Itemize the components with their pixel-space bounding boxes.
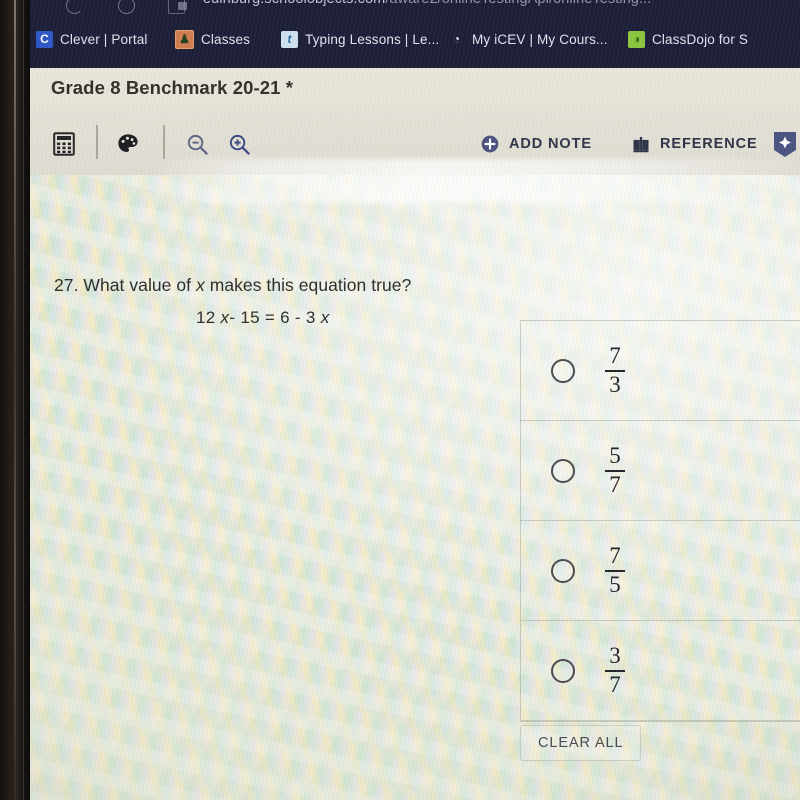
answer-fraction: 3 7 [605, 642, 625, 698]
equation-right-const: 6 - [280, 307, 301, 327]
page-favicon [178, 2, 187, 10]
app-toolbar: ADD NOTE REFERENCE [28, 113, 800, 203]
radio-button-icon[interactable] [551, 658, 575, 683]
equation-coeff-left: 12 [196, 307, 216, 327]
reference-label: REFERENCE [660, 136, 758, 152]
clever-icon: C [36, 30, 53, 48]
add-note-icon [481, 135, 499, 153]
icev-icon: ◔ [448, 30, 465, 48]
app-title-bar: Grade 8 Benchmark 20-21 * [28, 68, 800, 113]
browser-chrome: edinburg.schoolobjects.com/aware2/online… [28, 0, 800, 68]
radio-button-icon[interactable] [551, 458, 575, 483]
question-content-area: 27. What value of x makes this equation … [28, 175, 800, 800]
bookmark-label: Classes [201, 31, 251, 47]
bookmark-label: Clever | Portal [60, 31, 148, 47]
url-path: /aware2/onlineTestingApi/onlineTesting..… [385, 0, 651, 7]
test-application: Grade 8 Benchmark 20-21 * ADD NOTE REFER… [28, 68, 800, 800]
fraction-numerator: 7 [609, 342, 621, 368]
answer-choice-2[interactable]: 5 7 [521, 421, 800, 521]
fraction-numerator: 5 [609, 442, 621, 468]
bezel-highlight-two [23, 0, 24, 800]
back-button-icon[interactable] [66, 0, 83, 14]
equation-coeff-right: 3 [305, 307, 316, 327]
add-note-label: ADD NOTE [509, 136, 592, 152]
answer-choice-3[interactable]: 7 5 [521, 521, 800, 621]
radio-button-icon[interactable] [551, 558, 575, 583]
bookmark-classdojo[interactable]: ◑ ClassDojo for S [628, 27, 748, 51]
classdojo-icon: ◑ [628, 30, 645, 48]
palette-icon [118, 134, 138, 152]
equation-minus-left: - 15 = [229, 307, 276, 327]
bookmark-label: ClassDojo for S [652, 31, 749, 47]
question-equation: 12 x- 15 = 6 - 3 x [196, 308, 524, 328]
equation-var-right: x [320, 307, 330, 327]
answer-choice-list: 7 3 5 7 7 5 3 7 [520, 320, 800, 722]
fraction-denominator: 3 [609, 371, 621, 397]
answer-fraction: 5 7 [605, 442, 625, 498]
screenshot-root: edinburg.schoolobjects.com/aware2/online… [0, 0, 800, 800]
toolbar-divider [96, 125, 98, 159]
fraction-denominator: 5 [609, 571, 621, 597]
calculator-button[interactable] [53, 125, 75, 163]
flag-sparkle-icon [774, 131, 796, 157]
toolbar-divider [163, 125, 165, 159]
bookmark-typing-lessons[interactable]: t Typing Lessons | Le... [281, 27, 439, 51]
url-host: edinburg.schoolobjects.com [203, 0, 385, 7]
reference-button[interactable]: REFERENCE [631, 125, 758, 163]
bezel-highlight [14, 0, 16, 800]
radio-button-icon[interactable] [551, 358, 575, 383]
calculator-icon [53, 132, 75, 156]
classes-icon: ♟ [175, 29, 194, 49]
zoom-in-button[interactable] [228, 125, 251, 163]
fraction-denominator: 7 [609, 671, 621, 697]
book-icon [633, 136, 649, 152]
typing-icon: t [281, 30, 298, 48]
fraction-numerator: 7 [609, 542, 621, 568]
add-note-button[interactable]: ADD NOTE [480, 125, 592, 163]
bookmark-label: Typing Lessons | Le... [305, 31, 440, 47]
answer-fraction: 7 3 [605, 342, 625, 398]
clear-all-button[interactable]: CLEAR ALL [520, 725, 642, 761]
reload-button-icon[interactable] [118, 0, 135, 14]
browser-url-bar[interactable]: edinburg.schoolobjects.com/aware2/online… [28, 0, 800, 22]
question-number: 27. [54, 275, 79, 295]
answer-choice-1[interactable]: 7 3 [521, 321, 800, 421]
url-text[interactable]: edinburg.schoolobjects.com/aware2/online… [203, 0, 651, 7]
zoom-out-button[interactable] [186, 125, 209, 163]
bookmarks-bar: C Clever | Portal ♟ Classes t Typing Les… [28, 22, 800, 68]
fraction-denominator: 7 [609, 471, 621, 497]
zoom-in-icon [229, 134, 250, 155]
bookmark-classes[interactable]: ♟ Classes [175, 27, 250, 51]
zoom-out-icon [187, 134, 208, 155]
bookmark-clever[interactable]: C Clever | Portal [36, 27, 148, 51]
flag-button[interactable] [772, 125, 798, 163]
question-stem-after: makes this equation true? [209, 275, 412, 295]
page-title: Grade 8 Benchmark 20-21 * [51, 77, 294, 98]
question-block: 27. What value of x makes this equation … [54, 275, 524, 328]
answer-fraction: 7 5 [605, 542, 625, 598]
question-stem: 27. What value of x makes this equation … [54, 275, 524, 297]
bookmark-label: My iCEV | My Cours... [472, 31, 608, 47]
answer-choice-4[interactable]: 3 7 [521, 621, 800, 721]
fraction-numerator: 3 [609, 642, 621, 668]
color-palette-button[interactable] [116, 125, 140, 163]
bookmark-my-icev[interactable]: ◔ My iCEV | My Cours... [448, 27, 608, 51]
question-variable: x [195, 275, 205, 295]
question-stem-before: What value of [83, 275, 192, 295]
